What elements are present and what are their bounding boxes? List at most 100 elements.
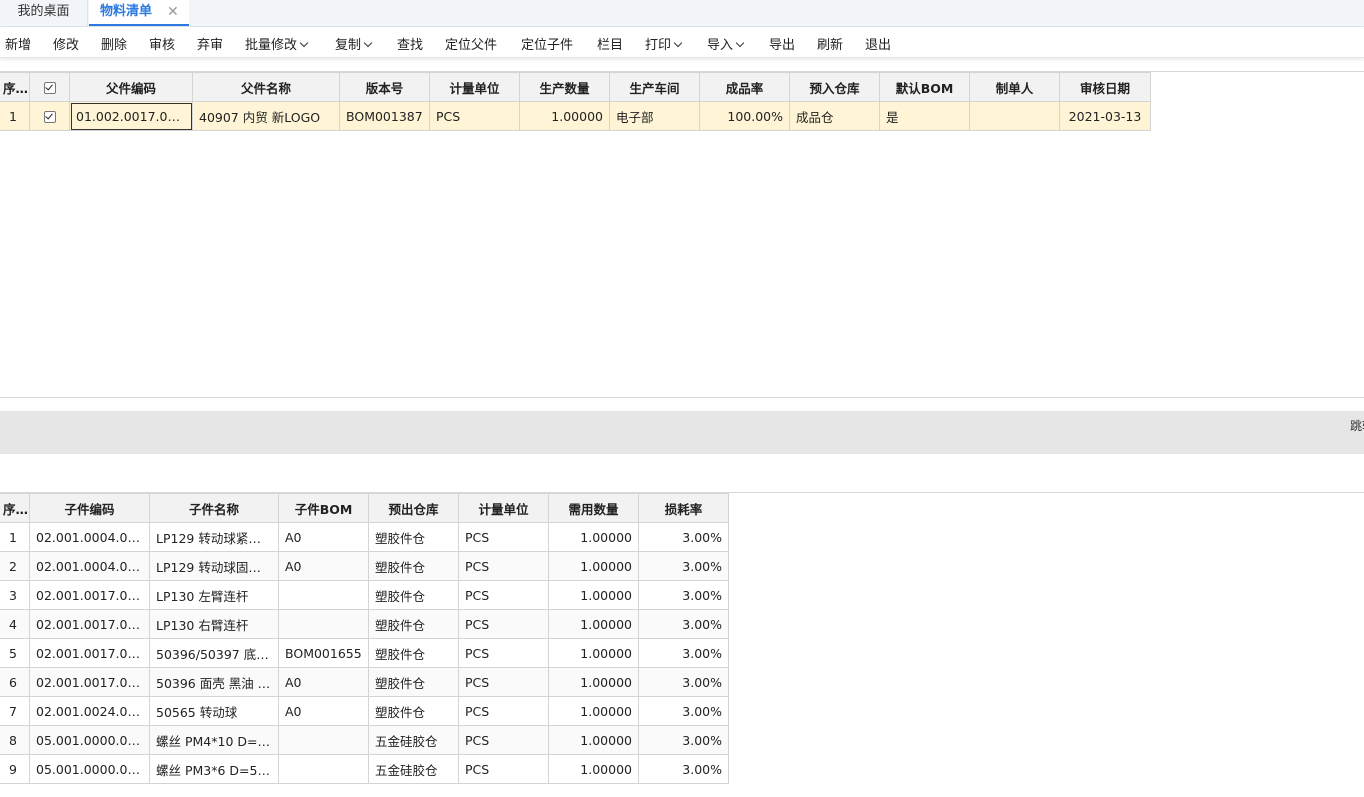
cell-child-code[interactable]: 02.001.0017.0027 xyxy=(29,667,150,697)
table-row[interactable]: 8 05.001.0000.0008 螺丝 PM4*10 D=… 五金硅胶仓 PCS 1.… xyxy=(0,725,729,755)
cell-child-name[interactable]: 50396 面壳 黑油 … xyxy=(149,667,279,697)
header-seq[interactable]: 序号 xyxy=(0,493,30,523)
cell-loss-rate[interactable]: 3.00% xyxy=(638,696,729,726)
cell-child-name[interactable]: 螺丝 PM4*10 D=… xyxy=(149,725,279,755)
header-default-bom[interactable]: 默认BOM xyxy=(879,72,970,102)
close-icon[interactable]: ✕ xyxy=(167,0,179,24)
audit-button[interactable]: 审核 xyxy=(149,34,175,53)
cell-required-qty[interactable]: 1.00000 xyxy=(548,696,639,726)
cell-warehouse[interactable]: 成品仓 xyxy=(789,101,880,131)
header-unit[interactable]: 计量单位 xyxy=(429,72,520,102)
cell-child-code[interactable]: 02.001.0004.0004 xyxy=(29,551,150,581)
add-button[interactable]: 新增 xyxy=(5,34,31,53)
table-row[interactable]: 5 02.001.0017.0005 50396/50397 底壳B BOM00165… xyxy=(0,638,729,668)
cell-loss-rate[interactable]: 3.00% xyxy=(638,609,729,639)
table-row[interactable]: 4 02.001.0017.0002 LP130 右臂连杆 塑胶件仓 PCS 1.0000… xyxy=(0,609,729,639)
header-version[interactable]: 版本号 xyxy=(339,72,430,102)
cell-unit[interactable]: PCS xyxy=(458,667,549,697)
cell-child-bom[interactable] xyxy=(278,609,369,639)
batch-edit-button[interactable]: 批量修改 xyxy=(245,34,309,53)
header-warehouse[interactable]: 预入仓库 xyxy=(789,72,880,102)
cell-child-code[interactable]: 02.001.0024.0009 xyxy=(29,696,150,726)
tab-bom-list[interactable]: 物料清单 ✕ xyxy=(89,0,189,26)
table-row[interactable]: 9 05.001.0000.0012 螺丝 PM3*6 D=5.… 五金硅胶仓 PCS 1… xyxy=(0,754,729,784)
cell-child-bom[interactable] xyxy=(278,754,369,784)
delete-button[interactable]: 删除 xyxy=(101,34,127,53)
cell-out-warehouse[interactable]: 五金硅胶仓 xyxy=(368,754,459,784)
header-parent-code[interactable]: 父件编码 xyxy=(69,72,193,102)
cell-child-name[interactable]: LP130 左臂连杆 xyxy=(149,580,279,610)
cell-child-bom[interactable]: A0 xyxy=(278,522,369,552)
header-audit-date[interactable]: 审核日期 xyxy=(1059,72,1151,102)
cell-unit[interactable]: PCS xyxy=(458,551,549,581)
cell-child-name[interactable]: LP129 转动球固… xyxy=(149,551,279,581)
cell-out-warehouse[interactable]: 塑胶件仓 xyxy=(368,696,459,726)
cell-unit[interactable]: PCS xyxy=(429,101,520,131)
cell-parent-name[interactable]: 40907 内贸 新LOGO xyxy=(192,101,340,131)
cell-out-warehouse[interactable]: 塑胶件仓 xyxy=(368,551,459,581)
cell-child-name[interactable]: LP130 右臂连杆 xyxy=(149,609,279,639)
cell-out-warehouse[interactable]: 塑胶件仓 xyxy=(368,667,459,697)
cell-child-name[interactable]: LP129 转动球紧… xyxy=(149,522,279,552)
cell-workshop[interactable]: 电子部 xyxy=(609,101,700,131)
table-row[interactable]: 3 02.001.0017.0001 LP130 左臂连杆 塑胶件仓 PCS 1.0000… xyxy=(0,580,729,610)
cell-required-qty[interactable]: 1.00000 xyxy=(548,522,639,552)
table-row[interactable]: 6 02.001.0017.0027 50396 面壳 黑油 … A0 塑胶件仓 PCS 1… xyxy=(0,667,729,697)
cell-child-name[interactable]: 50565 转动球 xyxy=(149,696,279,726)
header-seq[interactable]: 序号 xyxy=(0,72,30,102)
cell-required-qty[interactable]: 1.00000 xyxy=(548,551,639,581)
cell-child-code[interactable]: 02.001.0017.0001 xyxy=(29,580,150,610)
header-loss-rate[interactable]: 损耗率 xyxy=(638,493,729,523)
table-row[interactable]: 7 02.001.0024.0009 50565 转动球 A0 塑胶件仓 PCS 1.000… xyxy=(0,696,729,726)
unaudit-button[interactable]: 弃审 xyxy=(197,34,223,53)
export-button[interactable]: 导出 xyxy=(769,34,795,53)
cell-loss-rate[interactable]: 3.00% xyxy=(638,551,729,581)
cell-loss-rate[interactable]: 3.00% xyxy=(638,754,729,784)
tab-my-desktop[interactable]: 我的桌面 xyxy=(0,0,88,26)
locate-parent-button[interactable]: 定位父件 xyxy=(445,34,497,53)
cell-child-bom[interactable] xyxy=(278,725,369,755)
cell-parent-code[interactable]: 01.002.0017.0018 xyxy=(69,101,193,131)
header-parent-name[interactable]: 父件名称 xyxy=(192,72,340,102)
cell-production-qty[interactable]: 1.00000 xyxy=(519,101,610,131)
cell-unit[interactable]: PCS xyxy=(458,725,549,755)
cell-child-bom[interactable]: A0 xyxy=(278,551,369,581)
cell-default-bom[interactable]: 是 xyxy=(879,101,970,131)
cell-loss-rate[interactable]: 3.00% xyxy=(638,638,729,668)
import-button[interactable]: 导入 xyxy=(707,34,745,53)
locate-child-button[interactable]: 定位子件 xyxy=(521,34,573,53)
cell-required-qty[interactable]: 1.00000 xyxy=(548,580,639,610)
cell-child-code[interactable]: 02.001.0017.0002 xyxy=(29,609,150,639)
cell-loss-rate[interactable]: 3.00% xyxy=(638,667,729,697)
header-child-code[interactable]: 子件编码 xyxy=(29,493,150,523)
cell-out-warehouse[interactable]: 塑胶件仓 xyxy=(368,522,459,552)
cell-unit[interactable]: PCS xyxy=(458,522,549,552)
cell-version[interactable]: BOM001387 xyxy=(339,101,430,131)
header-creator[interactable]: 制单人 xyxy=(969,72,1060,102)
cell-child-bom[interactable]: A0 xyxy=(278,696,369,726)
cell-required-qty[interactable]: 1.00000 xyxy=(548,609,639,639)
cell-child-name[interactable]: 螺丝 PM3*6 D=5.… xyxy=(149,754,279,784)
table-row[interactable]: 1 01.002.0017.0018 40907 内贸 新LOGO BOM001… xyxy=(0,101,1151,131)
cell-unit[interactable]: PCS xyxy=(458,638,549,668)
cell-unit[interactable]: PCS xyxy=(458,609,549,639)
header-required-qty[interactable]: 需用数量 xyxy=(548,493,639,523)
cell-required-qty[interactable]: 1.00000 xyxy=(548,725,639,755)
checkbox-icon[interactable] xyxy=(43,111,56,123)
print-button[interactable]: 打印 xyxy=(645,34,683,53)
cell-child-code[interactable]: 02.001.0004.0003 xyxy=(29,522,150,552)
refresh-button[interactable]: 刷新 xyxy=(817,34,843,53)
exit-button[interactable]: 退出 xyxy=(865,34,891,53)
header-select-all[interactable] xyxy=(29,72,70,102)
cell-child-code[interactable]: 05.001.0000.0012 xyxy=(29,754,150,784)
header-unit[interactable]: 计量单位 xyxy=(458,493,549,523)
header-child-bom[interactable]: 子件BOM xyxy=(278,493,369,523)
cell-loss-rate[interactable]: 3.00% xyxy=(638,522,729,552)
checkbox-icon[interactable] xyxy=(43,82,56,94)
header-production-qty[interactable]: 生产数量 xyxy=(519,72,610,102)
cell-unit[interactable]: PCS xyxy=(458,696,549,726)
cell-creator[interactable] xyxy=(969,101,1060,131)
cell-required-qty[interactable]: 1.00000 xyxy=(548,667,639,697)
jump-link[interactable]: 跳转 xyxy=(1350,417,1364,434)
header-out-warehouse[interactable]: 预出仓库 xyxy=(368,493,459,523)
